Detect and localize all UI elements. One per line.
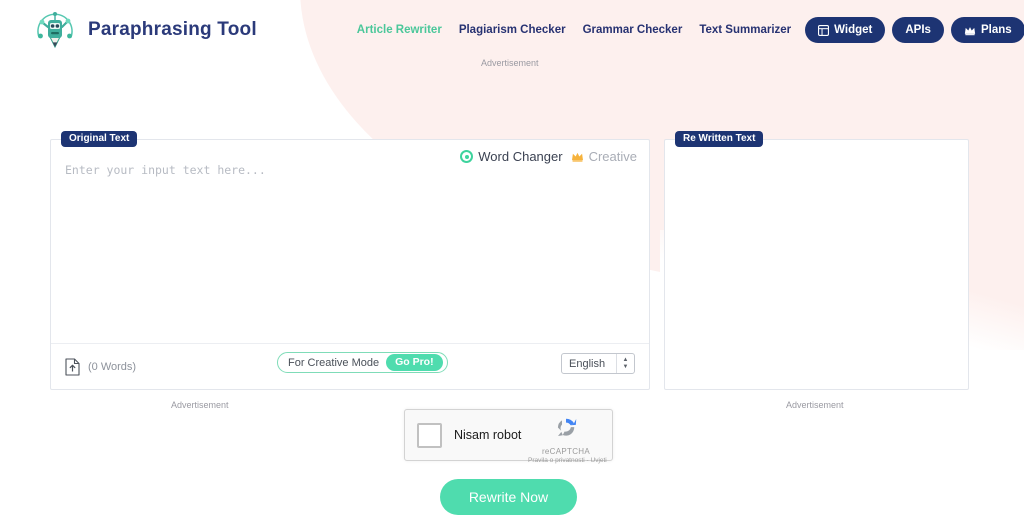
file-upload-icon[interactable] [65, 357, 80, 376]
original-text-panel: Original Text Word Changer Creative Ente… [50, 131, 650, 390]
recaptcha-checkbox[interactable] [417, 422, 442, 448]
brand[interactable]: Paraphrasing Tool [32, 7, 257, 53]
language-select[interactable]: English ▲ ▼ [561, 353, 635, 374]
go-pro-pill[interactable]: For Creative Mode Go Pro! [277, 352, 448, 373]
editor-panels: Original Text Word Changer Creative Ente… [50, 131, 974, 390]
advertisement-label-left: Advertisement [171, 400, 229, 410]
apis-button[interactable]: APIs [892, 17, 944, 43]
logo-icon [32, 7, 78, 53]
go-pro-pill-label: For Creative Mode [288, 356, 380, 369]
advertisement-label-right: Advertisement [786, 400, 844, 410]
rewritten-text-panel: Re Written Text [664, 131, 969, 390]
page-root: Paraphrasing Tool Article Rewriter Plagi… [0, 0, 1024, 520]
chevron-updown-icon[interactable]: ▲ ▼ [617, 356, 634, 370]
go-pro-button[interactable]: Go Pro! [386, 354, 443, 371]
recaptcha-branding: reCAPTCHA Pravila o privatnosti - Uvjeti [528, 415, 607, 464]
main-nav: Article Rewriter Plagiarism Checker Gram… [357, 24, 791, 36]
crown-icon [964, 25, 976, 36]
rewrite-now-button[interactable]: Rewrite Now [440, 479, 577, 515]
chevron-down-icon: ▼ [622, 363, 629, 370]
plans-button-label: Plans [980, 24, 1012, 36]
nav-link-grammar-checker[interactable]: Grammar Checker [583, 24, 683, 36]
language-select-value: English [569, 357, 606, 370]
widget-grid-icon [818, 24, 830, 36]
header-actions: Widget APIs Plans Login Register [805, 17, 1024, 43]
plans-button[interactable]: Plans [950, 17, 1024, 43]
site-header: Paraphrasing Tool Article Rewriter Plagi… [0, 0, 1024, 60]
rewritten-text-tag: Re Written Text [675, 131, 764, 147]
brand-title: Paraphrasing Tool [88, 19, 257, 40]
original-text-tag: Original Text [61, 131, 138, 147]
widget-button[interactable]: Widget [805, 17, 886, 43]
word-count: (0 Words) [88, 360, 137, 373]
apis-button-label: APIs [905, 24, 931, 36]
chevron-up-icon: ▲ [622, 356, 629, 363]
input-bottom-bar: (0 Words) For Creative Mode Go Pro! Engl… [51, 343, 649, 389]
crown-icon [571, 151, 584, 162]
recaptcha-widget[interactable]: Nisam robot reCAPTCHA Pravila o privatno… [404, 409, 613, 464]
recaptcha-label: Nisam robot [454, 428, 522, 442]
widget-button-label: Widget [834, 24, 873, 36]
recaptcha-logo-icon [557, 418, 577, 436]
nav-link-plagiarism-checker[interactable]: Plagiarism Checker [459, 24, 566, 36]
nav-link-text-summarizer[interactable]: Text Summarizer [699, 24, 791, 36]
input-textarea[interactable]: Enter your input text here... [65, 162, 635, 341]
recaptcha-brand-name: reCAPTCHA [541, 447, 591, 456]
output-textarea[interactable] [679, 162, 954, 375]
nav-link-article-rewriter[interactable]: Article Rewriter [357, 24, 442, 36]
recaptcha-terms[interactable]: Pravila o privatnosti - Uvjeti [528, 457, 607, 464]
